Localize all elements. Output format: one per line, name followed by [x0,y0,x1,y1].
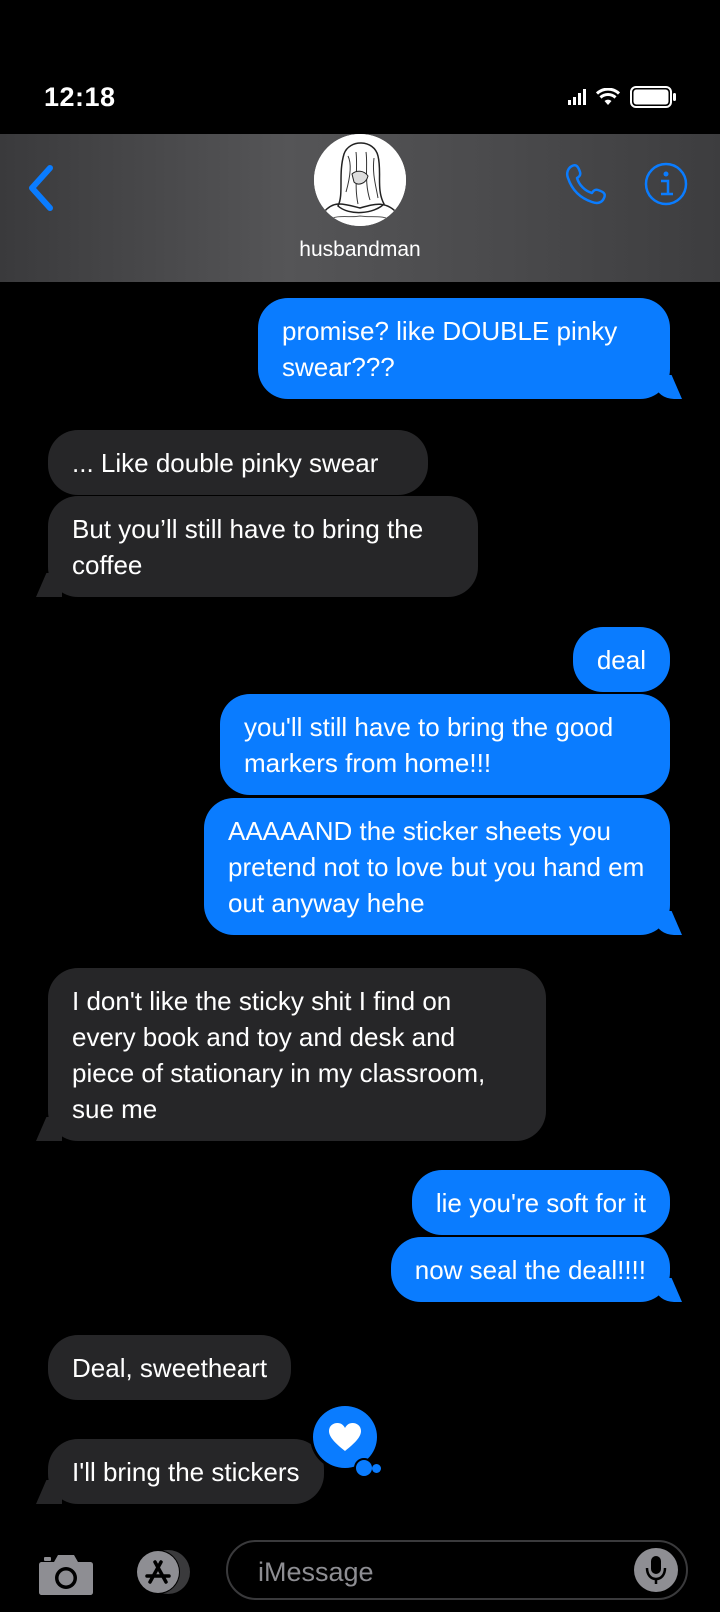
contact-name[interactable]: husbandman [0,238,720,262]
message-bubble-sent[interactable]: AAAAAND the sticker sheets you pretend n… [204,798,670,935]
phone-icon[interactable] [562,160,610,208]
heart-icon [329,1423,361,1451]
message-bubble-sent[interactable]: lie you're soft for it [411,1170,670,1235]
signal-icon [568,89,586,105]
message-bubble-received[interactable]: I'll bring the stickers [48,1439,324,1504]
microphone-icon [645,1556,667,1584]
message-bubble-sent[interactable]: promise? like DOUBLE pinky swear??? [258,298,670,399]
message-bubble-received[interactable]: Deal, sweetheart [48,1335,292,1400]
avatar-sketch-image [314,134,406,226]
microphone-button[interactable] [634,1548,678,1592]
compose-bar [0,1530,720,1612]
tapback-tail-dot [372,1464,381,1473]
tapback-tail-dot [354,1458,374,1478]
message-bubble-sent[interactable]: you'll still have to bring the good mark… [220,694,670,795]
message-bubble-sent[interactable]: now seal the deal!!!! [390,1237,670,1302]
message-thread[interactable]: promise? like DOUBLE pinky swear??? ... … [0,282,720,1530]
conversation-header: husbandman [0,134,720,282]
status-icons [568,86,676,108]
imessage-field[interactable] [226,1540,688,1600]
app-store-icon[interactable] [130,1548,194,1596]
back-chevron-icon[interactable] [22,158,62,218]
status-time: 12:18 [44,82,116,112]
info-icon[interactable] [642,160,690,208]
message-bubble-received[interactable]: I don't like the sticky shit I find on e… [48,968,546,1141]
message-bubble-received[interactable]: But you’ll still have to bring the coffe… [48,496,478,597]
imessage-input[interactable] [256,1551,620,1593]
contact-avatar[interactable] [314,134,406,226]
status-bar: 12:18 [0,0,720,134]
wifi-icon [596,88,620,105]
message-bubble-sent[interactable]: deal [572,627,670,692]
camera-icon[interactable] [38,1550,94,1596]
battery-icon [630,86,676,108]
message-bubble-received[interactable]: ... Like double pinky swear [48,430,428,495]
